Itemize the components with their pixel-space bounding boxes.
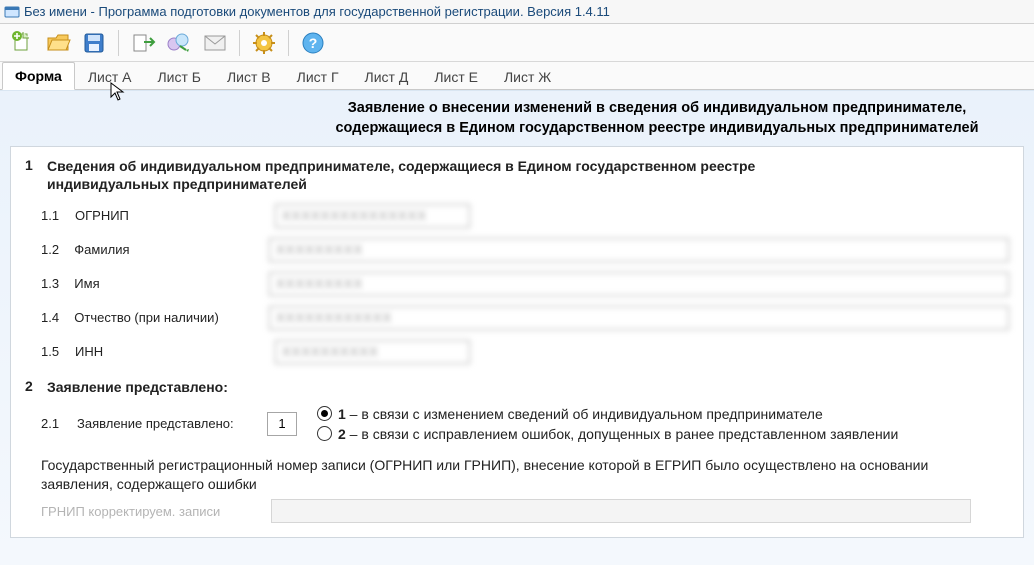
open-document-button[interactable] [42, 27, 74, 59]
field-number: 1.1 [41, 208, 67, 223]
field-label: ИНН [75, 344, 267, 359]
field-number: 1.5 [41, 344, 67, 359]
firstname-input[interactable] [269, 272, 1009, 296]
help-button[interactable]: ? [297, 27, 329, 59]
section-1-header: 1 Сведения об индивидуальном предпринима… [25, 157, 1009, 193]
main-toolbar: ? [0, 24, 1034, 62]
patronymic-input[interactable] [269, 306, 1009, 330]
grn-input [271, 499, 971, 523]
tab-sheet-b[interactable]: Лист Б [144, 63, 214, 90]
tab-label: Лист Д [365, 69, 409, 85]
radio-bold: 1 [338, 406, 346, 422]
new-document-button[interactable] [6, 27, 38, 59]
field-inn: 1.5 ИНН [41, 340, 1009, 364]
radio-option-2[interactable]: 2 – в связи с исправлением ошибок, допущ… [317, 426, 898, 442]
section-title: Заявление представлено: [47, 378, 228, 396]
tab-sheet-a[interactable]: Лист А [75, 63, 145, 90]
grn-description: Государственный регистрационный номер за… [41, 456, 941, 494]
tab-label: Лист В [227, 69, 271, 85]
field-label: ОГРНИП [75, 208, 267, 223]
send-button[interactable] [163, 27, 195, 59]
radio-option-1[interactable]: 1 – в связи с изменением сведений об инд… [317, 406, 898, 422]
tab-form[interactable]: Форма [2, 62, 75, 90]
tab-label: Лист А [88, 69, 132, 85]
radio-icon [317, 406, 332, 421]
field-firstname: 1.3 Имя [41, 272, 1009, 296]
lastname-input[interactable] [269, 238, 1009, 262]
settings-button[interactable] [248, 27, 280, 59]
field-label: Отчество (при наличии) [74, 310, 261, 325]
radio-icon [317, 426, 332, 441]
section-title: Сведения об индивидуальном предпринимате… [47, 157, 827, 193]
svg-text:?: ? [309, 35, 318, 51]
field-number: 2.1 [41, 416, 67, 431]
inn-input[interactable] [275, 340, 470, 364]
app-window-icon [4, 4, 20, 20]
form-page: Заявление о внесении изменений в сведени… [0, 90, 1034, 565]
tab-bar: Форма Лист А Лист Б Лист В Лист Г Лист Д… [0, 62, 1034, 90]
section-number: 2 [25, 378, 39, 394]
page-heading: Заявление о внесении изменений в сведени… [10, 97, 1024, 146]
field-lastname: 1.2 Фамилия [41, 238, 1009, 262]
window-titlebar: Без имени - Программа подготовки докумен… [0, 0, 1034, 24]
window-title: Без имени - Программа подготовки докумен… [24, 4, 610, 19]
tab-sheet-v[interactable]: Лист В [214, 63, 284, 90]
submission-reason-block: 2.1 Заявление представлено: 1 – в связи … [41, 406, 1009, 442]
grn-label: ГРНИП корректируем. записи [41, 504, 251, 519]
grn-field-row: ГРНИП корректируем. записи [41, 499, 1009, 523]
radio-text: – в связи с изменением сведений об индив… [346, 406, 823, 422]
tab-sheet-zh[interactable]: Лист Ж [491, 63, 564, 90]
section-number: 1 [25, 157, 39, 173]
export-button[interactable] [127, 27, 159, 59]
field-patronymic: 1.4 Отчество (при наличии) [41, 306, 1009, 330]
field-number: 1.4 [41, 310, 66, 325]
toolbar-separator [288, 30, 289, 56]
tab-sheet-d[interactable]: Лист Д [352, 63, 422, 90]
field-label: Заявление представлено: [77, 416, 257, 431]
submission-reason-input[interactable] [267, 412, 297, 436]
tab-sheet-e[interactable]: Лист Е [421, 63, 491, 90]
tab-label: Лист Г [297, 69, 339, 85]
tab-label: Лист Ж [504, 69, 551, 85]
toolbar-separator [118, 30, 119, 56]
field-label: Имя [74, 276, 261, 291]
radio-bold: 2 [338, 426, 346, 442]
field-number: 1.2 [41, 242, 66, 257]
section-2-header: 2 Заявление представлено: [25, 378, 1009, 396]
radio-text: – в связи с исправлением ошибок, допущен… [346, 426, 899, 442]
toolbar-separator [239, 30, 240, 56]
submission-reason-radios: 1 – в связи с изменением сведений об инд… [317, 406, 898, 442]
form-panel: 1 Сведения об индивидуальном предпринима… [10, 146, 1024, 538]
field-label: Фамилия [74, 242, 261, 257]
tab-label: Лист Е [434, 69, 478, 85]
field-number: 1.3 [41, 276, 66, 291]
ogrnip-input[interactable] [275, 204, 470, 228]
tab-label: Лист Б [157, 69, 201, 85]
save-button[interactable] [78, 27, 110, 59]
field-ogrnip: 1.1 ОГРНИП [41, 204, 1009, 228]
tab-sheet-g[interactable]: Лист Г [284, 63, 352, 90]
mail-button[interactable] [199, 27, 231, 59]
tab-label: Форма [15, 68, 62, 84]
